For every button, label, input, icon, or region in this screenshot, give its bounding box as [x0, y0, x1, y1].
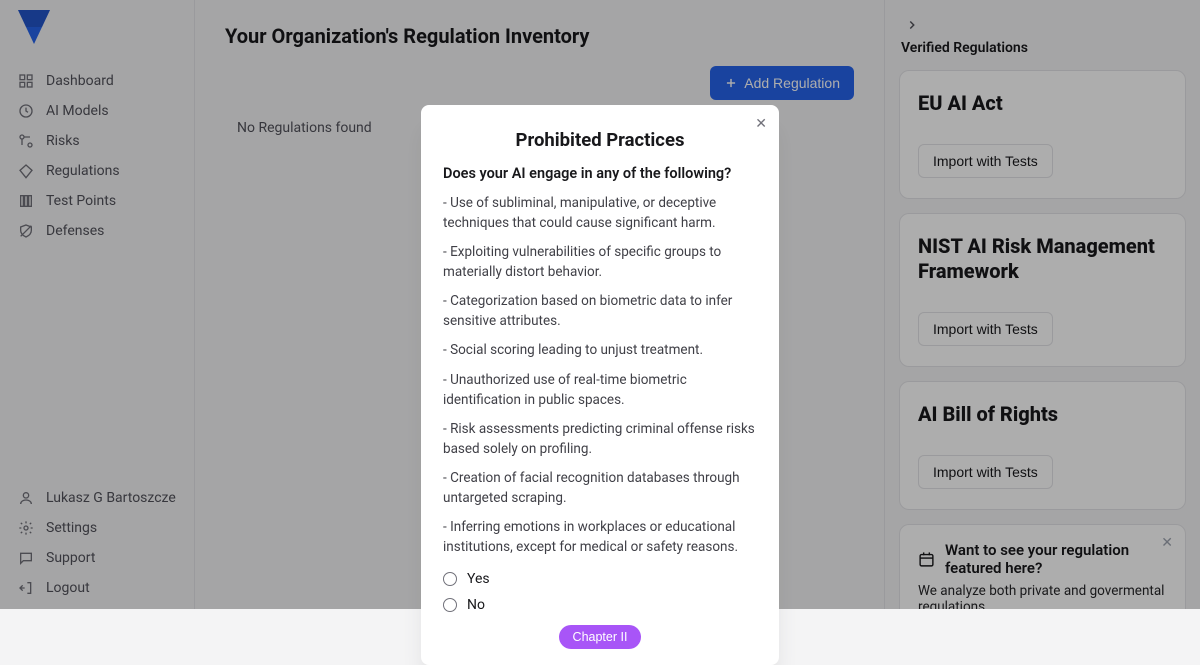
modal-list-item: - Inferring emotions in workplaces or ed…	[443, 518, 757, 557]
modal-overlay[interactable]: ✕ Prohibited Practices Does your AI enga…	[0, 0, 1200, 609]
modal-list-item: - Social scoring leading to unjust treat…	[443, 341, 757, 361]
radio-group: Yes No	[443, 571, 757, 613]
modal-list-item: - Categorization based on biometric data…	[443, 292, 757, 331]
modal-list-item: - Risk assessments predicting criminal o…	[443, 420, 757, 459]
modal-list-item: - Creation of facial recognition databas…	[443, 469, 757, 508]
radio-icon	[443, 572, 457, 586]
modal-list: - Use of subliminal, manipulative, or de…	[443, 194, 757, 557]
radio-icon	[443, 598, 457, 612]
modal-list-item: - Use of subliminal, manipulative, or de…	[443, 194, 757, 233]
modal-question: Does your AI engage in any of the follow…	[443, 165, 757, 182]
chapter-link-button[interactable]: Chapter II	[559, 625, 642, 649]
close-icon[interactable]: ✕	[755, 115, 767, 132]
modal-list-item: - Unauthorized use of real-time biometri…	[443, 371, 757, 410]
radio-label: No	[467, 597, 485, 613]
modal: ✕ Prohibited Practices Does your AI enga…	[421, 105, 779, 665]
radio-yes[interactable]: Yes	[443, 571, 757, 587]
modal-list-item: - Exploiting vulnerabilities of specific…	[443, 243, 757, 282]
radio-no[interactable]: No	[443, 597, 757, 613]
radio-label: Yes	[467, 571, 490, 587]
modal-title: Prohibited Practices	[443, 129, 757, 151]
